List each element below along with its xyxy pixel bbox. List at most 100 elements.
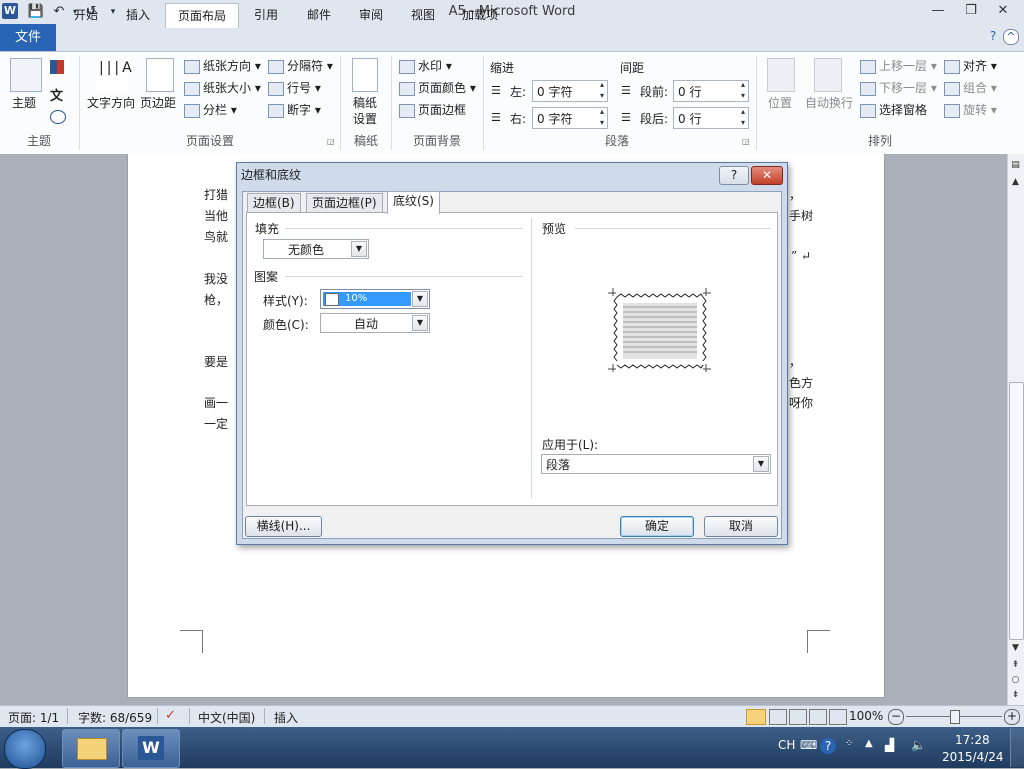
scrollbar-thumb[interactable] — [1009, 382, 1024, 640]
tab-page-layout[interactable]: 页面布局 — [165, 3, 240, 28]
fill-color-dropdown[interactable]: 无颜色 ▼ — [263, 239, 369, 259]
columns-icon — [184, 103, 200, 118]
clock-time[interactable]: 17:28 — [955, 733, 990, 747]
theme-fonts-icon[interactable]: 文 — [50, 85, 63, 104]
group-button[interactable]: 组合 ▾ — [944, 79, 997, 96]
select-browse-object-icon[interactable]: ○ — [1007, 673, 1024, 687]
tab-mailings[interactable]: 邮件 — [295, 3, 343, 27]
restore-button[interactable]: ❐ — [958, 2, 984, 20]
zoom-in-button[interactable]: + — [1004, 709, 1020, 725]
explorer-taskbar-icon[interactable] — [62, 729, 120, 768]
indent-right-input[interactable]: 0 字符 ▴ ▾ — [532, 107, 608, 129]
margins-button[interactable]: 页边距 — [140, 94, 176, 111]
keyboard-icon[interactable]: ⌨ — [800, 738, 817, 752]
breaks-button[interactable]: 分隔符 ▾ — [268, 57, 333, 74]
show-desktop-button[interactable] — [1010, 728, 1024, 767]
next-page-icon[interactable]: ⇟ — [1007, 688, 1024, 702]
themes-icon[interactable] — [10, 58, 42, 92]
tab-borders[interactable]: 边框(B) — [247, 193, 301, 213]
position-button[interactable]: 位置 — [768, 94, 792, 111]
apply-to-dropdown[interactable]: 段落 ▼ — [541, 454, 771, 474]
text-direction-button[interactable]: 文字方向 — [87, 94, 135, 111]
page-color-button[interactable]: 页面颜色 ▾ — [399, 79, 476, 96]
outline-view-icon[interactable] — [809, 709, 827, 725]
send-backward-button[interactable]: 下移一层 ▾ — [860, 79, 937, 96]
cancel-button[interactable]: 取消 — [704, 516, 778, 537]
wrap-text-button[interactable]: 自动换行 — [805, 94, 853, 111]
ruler-toggle-icon[interactable]: ▤ — [1007, 158, 1024, 172]
proofing-icon[interactable]: ✓ — [165, 708, 176, 723]
full-screen-view-icon[interactable] — [769, 709, 787, 725]
help-tray-icon[interactable]: ? — [820, 738, 836, 754]
zoom-out-button[interactable]: − — [888, 709, 904, 725]
scroll-down-icon[interactable]: ▼ — [1007, 641, 1024, 655]
zoom-slider-thumb[interactable] — [950, 710, 960, 724]
scroll-up-icon[interactable]: ▲ — [1007, 175, 1024, 189]
rotate-button[interactable]: 旋转 ▾ — [944, 101, 997, 118]
theme-effects-icon[interactable] — [50, 110, 66, 124]
tab-references[interactable]: 引用 — [242, 3, 290, 27]
manuscript-setup-line1[interactable]: 稿纸 — [353, 94, 377, 111]
collapse-ribbon-icon[interactable]: ^ — [1003, 29, 1019, 45]
volume-icon[interactable]: 🔈 — [911, 738, 926, 752]
ime-indicator[interactable]: CH — [778, 738, 795, 752]
tab-review[interactable]: 审阅 — [347, 3, 395, 27]
size-button[interactable]: 纸张大小 ▾ — [184, 79, 261, 96]
dialog-close-button[interactable]: ✕ — [751, 166, 783, 185]
language-status[interactable]: 中文(中国) — [198, 709, 255, 726]
manuscript-icon[interactable] — [352, 58, 378, 92]
themes-button[interactable]: 主题 — [12, 94, 36, 111]
selection-pane-button[interactable]: 选择窗格 — [860, 101, 927, 118]
previous-page-icon[interactable]: ⇞ — [1007, 658, 1024, 672]
word-count-status[interactable]: 字数: 68/659 — [78, 709, 152, 726]
page-borders-button[interactable]: 页面边框 — [399, 101, 466, 118]
text-direction-icon[interactable]: |||A — [96, 58, 132, 92]
print-layout-view-icon[interactable] — [746, 709, 766, 725]
position-icon[interactable] — [767, 58, 795, 92]
paragraph-launcher-icon[interactable]: ◲ — [742, 137, 750, 146]
space-after-input[interactable]: 0 行 ▴ ▾ — [673, 107, 749, 129]
wrap-text-icon[interactable] — [814, 58, 842, 92]
insert-mode-status[interactable]: 插入 — [274, 709, 298, 726]
pattern-color-dropdown[interactable]: 自动 ▼ — [320, 313, 430, 333]
ok-button[interactable]: 确定 — [620, 516, 694, 537]
tab-file[interactable]: 文件 — [0, 24, 56, 51]
tab-view[interactable]: 视图 — [399, 3, 447, 27]
pattern-style-dropdown[interactable]: 10% ▼ — [320, 289, 430, 309]
align-button[interactable]: 对齐 ▾ — [944, 57, 997, 74]
hyphenation-button[interactable]: 断字 ▾ — [268, 101, 321, 118]
manuscript-setup-line2[interactable]: 设置 — [353, 110, 377, 127]
line-numbers-button[interactable]: 行号 ▾ — [268, 79, 321, 96]
minimize-button[interactable]: — — [925, 2, 951, 20]
columns-button[interactable]: 分栏 ▾ — [184, 101, 237, 118]
theme-colors-icon[interactable] — [50, 60, 64, 74]
indent-left-input[interactable]: 0 字符 ▴ ▾ — [532, 80, 608, 102]
page-count-status[interactable]: 页面: 1/1 — [8, 709, 59, 726]
word-taskbar-icon[interactable]: W — [122, 729, 180, 768]
network-icon[interactable]: ▟ — [885, 738, 894, 752]
tab-page-border[interactable]: 页面边框(P) — [306, 193, 383, 213]
watermark-button[interactable]: 水印 ▾ — [399, 57, 452, 74]
draft-view-icon[interactable] — [829, 709, 847, 725]
dialog-help-button[interactable]: ? — [719, 166, 749, 185]
horizontal-line-button[interactable]: 横线(H)... — [245, 516, 322, 537]
space-before-input[interactable]: 0 行 ▴ ▾ — [673, 80, 749, 102]
tab-add-ins[interactable]: 加载项 — [450, 3, 510, 27]
help-icon[interactable]: ? — [986, 29, 1000, 43]
bring-forward-button[interactable]: 上移一层 ▾ — [860, 57, 937, 74]
zoom-level[interactable]: 100% — [849, 709, 883, 723]
tab-shading[interactable]: 底纹(S) — [387, 191, 440, 214]
close-window-button[interactable]: ✕ — [990, 2, 1016, 20]
word-app-icon[interactable]: W — [2, 3, 18, 19]
margins-icon[interactable] — [146, 58, 174, 92]
ime-options-icon[interactable]: ⁘ — [845, 738, 853, 749]
web-layout-view-icon[interactable] — [789, 709, 807, 725]
tab-home[interactable]: 开始 — [62, 3, 110, 27]
save-icon[interactable]: 💾 — [27, 3, 45, 21]
orientation-button[interactable]: 纸张方向 ▾ — [184, 57, 261, 74]
clock-date[interactable]: 2015/4/24 — [942, 750, 1004, 764]
page-setup-launcher-icon[interactable]: ◲ — [327, 137, 335, 146]
tab-insert[interactable]: 插入 — [114, 3, 162, 27]
show-hidden-icons-icon[interactable]: ▲ — [865, 738, 873, 749]
start-button-icon[interactable] — [4, 729, 46, 769]
